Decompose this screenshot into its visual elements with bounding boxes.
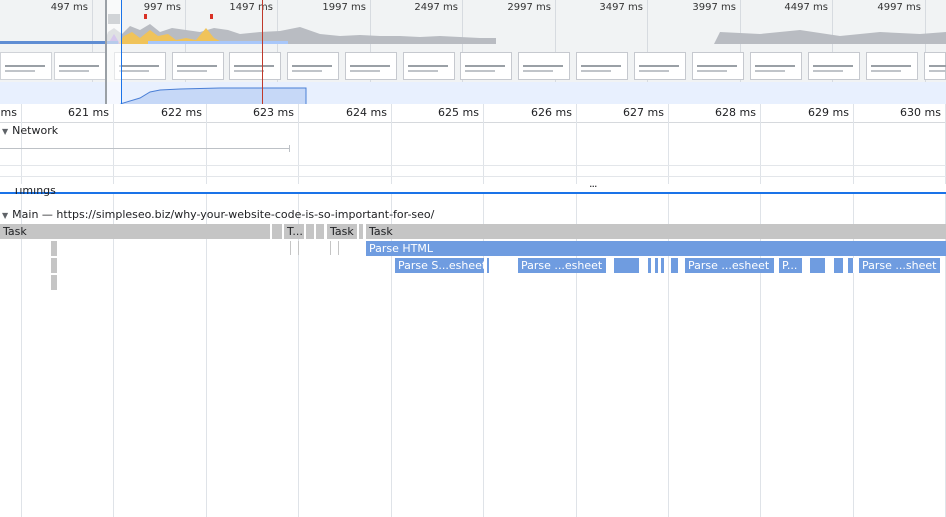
overview-selection-window[interactable] [105,0,122,104]
frame-thumbnail[interactable] [0,52,52,80]
flame-parse-stylesheet[interactable] [834,258,844,273]
frame-thumbnail[interactable] [287,52,339,80]
overview-network-bar [0,41,118,44]
flame-task[interactable] [272,224,282,239]
flame-parse-stylesheet[interactable]: Parse ...esheet [685,258,775,273]
main-track-header[interactable]: ▼ Main — https://simpleseo.biz/why-your-w… [0,208,434,221]
flame-task[interactable] [359,224,363,239]
flame-sliver[interactable] [51,275,57,290]
ruler-tick-label: 621 ms [68,106,109,119]
flame-parse-html[interactable]: Parse HTML [366,241,946,256]
track-resize-handle[interactable]: ... [0,177,946,192]
ruler-tick-label: 630 ms [900,106,941,119]
frame-thumbnail[interactable] [924,52,946,80]
focus-divider [0,192,946,194]
flame-parse-stylesheet[interactable] [848,258,854,273]
flame-sliver [298,241,299,255]
frame-thumbnail[interactable] [808,52,860,80]
flame-parse-stylesheet[interactable] [671,258,679,273]
timings-track-label: Timings [13,188,56,197]
collapse-triangle-icon[interactable]: ▼ [2,127,8,136]
flame-parse-stylesheet[interactable]: Parse ...sheet [859,258,941,273]
network-row-divider [0,176,946,177]
main-track-label: Main — https://simpleseo.biz/why-your-we… [12,208,435,221]
flame-parse-stylesheet[interactable]: P... [779,258,803,273]
flame-parse-stylesheet[interactable] [661,258,665,273]
filmstrip[interactable] [0,50,946,82]
ruler-tick-label: 627 ms [623,106,664,119]
playhead-marker[interactable] [262,0,263,104]
overview-network-bar [148,41,288,44]
flame-sliver[interactable] [51,258,57,273]
flame-sliver[interactable] [51,241,57,256]
overview-tick-label: 4497 ms [784,2,828,13]
flame-task[interactable]: Task [327,224,357,239]
frame-thumbnail[interactable] [345,52,397,80]
frame-thumbnail[interactable] [576,52,628,80]
flame-task[interactable]: Task [366,224,946,239]
flame-parse-stylesheet[interactable] [614,258,640,273]
flame-parse-stylesheet[interactable] [810,258,826,273]
ruler-tick-label: 626 ms [531,106,572,119]
frame-thumbnail[interactable] [460,52,512,80]
flame-task[interactable] [306,224,314,239]
overview-tick-label: 1497 ms [229,2,273,13]
overview-tick-label: 997 ms [143,2,181,13]
flame-parse-stylesheet[interactable] [648,258,652,273]
time-ruler[interactable]: ms 621 ms 622 ms 623 ms 624 ms 625 ms 62… [0,104,946,123]
flame-sliver [330,241,331,255]
ruler-tick-label: 622 ms [161,106,202,119]
overview-memory-row [0,82,946,104]
frame-thumbnail[interactable] [692,52,744,80]
ruler-tick-label: 628 ms [715,106,756,119]
timings-track-header[interactable]: Timings [13,188,56,197]
frame-thumbnail[interactable] [518,52,570,80]
flame-task[interactable]: T... [284,224,304,239]
cpu-activity-chart [104,14,946,44]
network-row-divider [0,165,946,166]
overview-tick-label: 2497 ms [414,2,458,13]
ruler-tick-label: 623 ms [253,106,294,119]
collapse-triangle-icon[interactable]: ▼ [2,211,8,220]
frame-thumbnail[interactable] [172,52,224,80]
network-request-line[interactable] [0,148,290,149]
heap-chart [119,87,307,104]
ruler-tick-label: 624 ms [346,106,387,119]
resize-dots-icon: ... [589,177,597,190]
overview-tick-label: 3497 ms [599,2,643,13]
network-request-end-tick [289,145,290,152]
flame-task[interactable] [316,224,324,239]
flame-parse-stylesheet[interactable]: Parse S...esheet [395,258,485,273]
frame-thumbnail[interactable] [866,52,918,80]
frame-thumbnail[interactable] [634,52,686,80]
flame-sliver [338,241,339,255]
timeline-overview[interactable]: 497 ms 997 ms 1497 ms 1997 ms 2497 ms 29… [0,0,946,105]
flame-task[interactable]: Task [0,224,270,239]
flame-sliver [290,241,291,255]
flame-parse-stylesheet[interactable]: Parse ...esheet [518,258,607,273]
frame-thumbnail[interactable] [229,52,281,80]
overview-tick-label: 497 ms [50,2,88,13]
flame-parse-stylesheet[interactable] [487,258,490,273]
overview-tick-label: 4997 ms [877,2,921,13]
overview-tick-label: 3997 ms [692,2,736,13]
overview-tick-label: 2997 ms [507,2,551,13]
network-track-label: Network [12,124,59,137]
frame-thumbnail[interactable] [750,52,802,80]
frame-thumbnail[interactable] [403,52,455,80]
flame-parse-stylesheet[interactable] [655,258,659,273]
overview-tick-label: 1997 ms [322,2,366,13]
ruler-tick-label: 629 ms [808,106,849,119]
network-track-header[interactable]: ▼ Network [0,124,58,137]
frame-thumbnail[interactable] [54,52,106,80]
ruler-tick-label: ms [0,106,17,119]
ruler-tick-label: 625 ms [438,106,479,119]
